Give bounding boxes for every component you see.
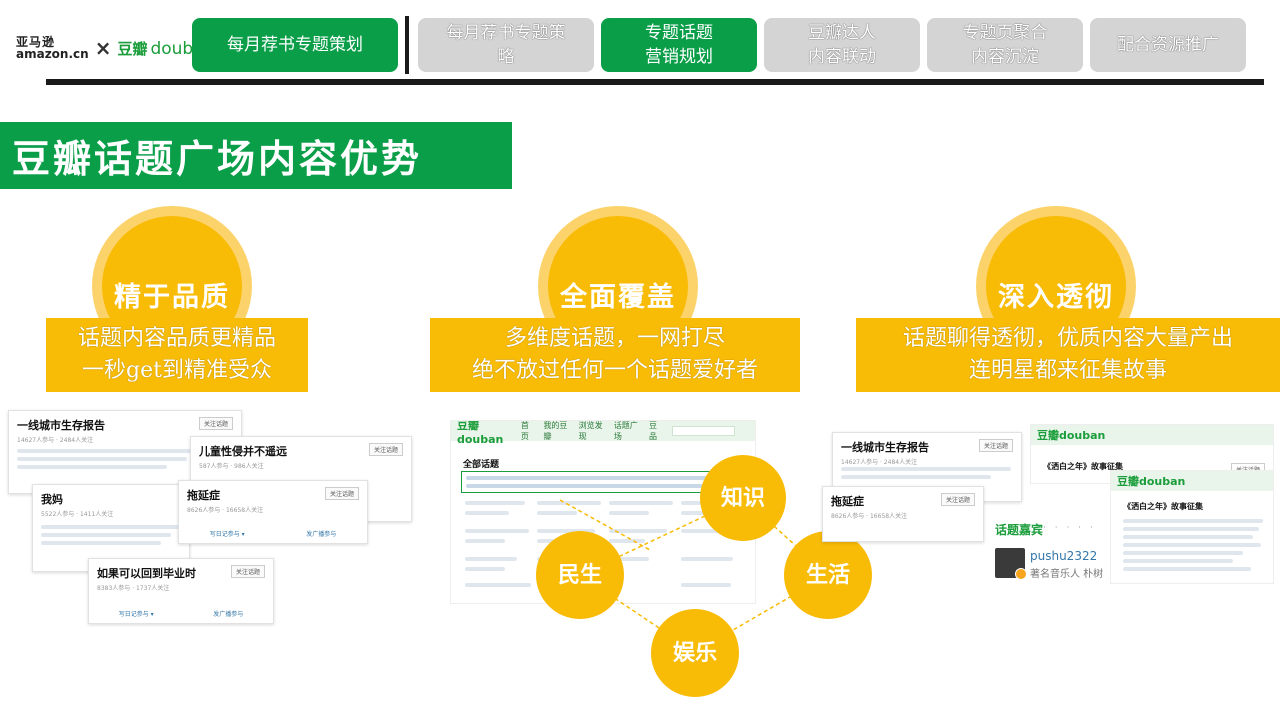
follow-topic-button[interactable]: 关注话题 <box>940 493 975 506</box>
topic-card-procrastination-right[interactable]: 拖延症 8626人参与 · 16658人关注 关注话题 <box>822 486 984 542</box>
topic-bubble-knowledge: 知识 <box>700 455 786 541</box>
topic-guest-heading: 话题嘉宾 <box>995 523 1044 537</box>
verified-badge-icon <box>1015 568 1027 580</box>
separator-dots: · · · · · <box>1043 523 1096 533</box>
topic-bubble-livelihood: 民生 <box>536 531 624 619</box>
follow-topic-button[interactable]: 关注话题 <box>978 439 1013 452</box>
guest-role: 著名音乐人 朴树 <box>1030 569 1104 580</box>
topic-bubble-entertainment: 娱乐 <box>651 609 739 697</box>
guest-username[interactable]: pushu2322 <box>1030 549 1097 563</box>
story-topic-detail-screenshot: 豆瓣douban 《洒白之年》故事征集 <box>1110 470 1274 584</box>
topic-connector-lines <box>559 497 829 653</box>
topic-bubble-life: 生活 <box>784 531 872 619</box>
